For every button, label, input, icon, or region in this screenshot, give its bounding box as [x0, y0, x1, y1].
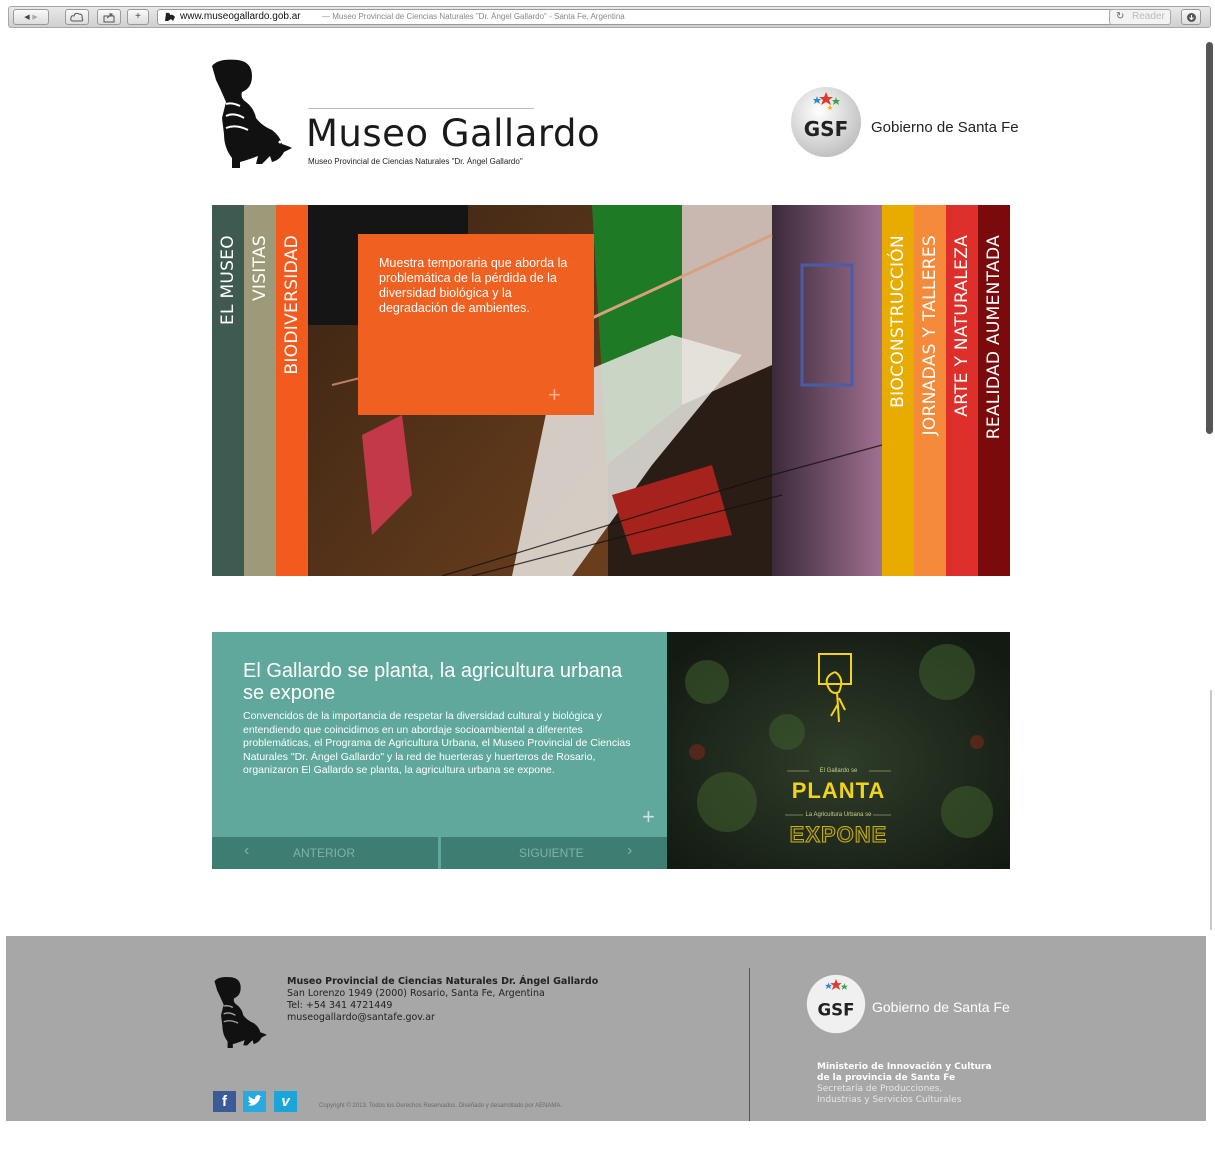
back-forward-buttons[interactable]: ◀ ▶ — [13, 9, 49, 25]
reader-button[interactable]: ↻ Reader — [1109, 9, 1171, 25]
site-footer: Museo Provincial de Ciencias Naturales D… — [6, 936, 1206, 1125]
tab-bioconstruccion[interactable]: BIOCONSTRUCCIÓN — [882, 205, 914, 576]
add-tab-button[interactable]: + — [127, 9, 149, 25]
download-icon — [1186, 13, 1196, 22]
url-domain: www.museogallardo.gob.ar — [180, 11, 301, 22]
twitter-bird-icon — [248, 1095, 262, 1106]
logo-divider — [308, 108, 534, 109]
highlight-text: Muestra temporaria que aborda la problem… — [379, 256, 568, 315]
gsf-logo-icon[interactable]: GSF — [790, 86, 862, 158]
next-button[interactable]: SIGUIENTE › — [441, 837, 667, 869]
previous-button[interactable]: ‹ ANTERIOR — [212, 837, 438, 869]
chevron-left-icon: ‹ — [244, 842, 250, 859]
footer-divider — [749, 968, 750, 1125]
gsf-footer-badge-text: GSF — [817, 1001, 854, 1020]
site-subtitle: Museo Provincial de Ciencias Naturales "… — [308, 157, 523, 166]
tab-label: VISITAS — [250, 235, 270, 302]
ministry-line-2: de la provincia de Santa Fe — [817, 1073, 956, 1083]
news-poster-image[interactable]: El Gallardo se PLANTA La Agricultura Urb… — [667, 632, 1010, 869]
share-button[interactable] — [97, 9, 121, 25]
secretary-line-1: Secretaría de Producciones, — [817, 1084, 943, 1094]
reader-label: Reader — [1132, 11, 1165, 22]
news-text-panel: El Gallardo se planta, la agricultura ur… — [212, 632, 667, 869]
icloud-button[interactable] — [65, 9, 89, 25]
twitter-icon[interactable] — [243, 1091, 266, 1112]
museo-gallardo-footer-logo-icon[interactable] — [212, 976, 270, 1048]
footer-email[interactable]: museogallardo@santafe.gov.ar — [287, 1012, 598, 1024]
tab-jornadas-y-talleres[interactable]: JORNADAS Y TALLERES — [914, 205, 946, 576]
tab-label: ARTE Y NATURALEZA — [952, 235, 972, 417]
tab-label: BIODIVERSIDAD — [282, 235, 302, 375]
footer-museum-name: Museo Provincial de Ciencias Naturales D… — [287, 976, 599, 987]
tab-el-museo[interactable]: EL MUSEO — [212, 205, 244, 576]
tab-label: BIOCONSTRUCCIÓN — [888, 235, 908, 408]
page-title-in-url: — Museo Provincial de Ciencias Naturales… — [322, 12, 625, 21]
page-bottom-margin — [6, 1121, 1206, 1150]
news-description: Convencidos de la importancia de respeta… — [243, 710, 631, 776]
vimeo-icon[interactable]: v — [274, 1091, 297, 1112]
tab-arte-y-naturaleza[interactable]: ARTE Y NATURALEZA — [946, 205, 978, 576]
footer-address: San Lorenzo 1949 (2000) Rosario, Santa F… — [287, 988, 545, 999]
copyright: Copyright © 2013. Todos los Derechos Res… — [319, 1103, 563, 1109]
news-slider: El Gallardo se planta, la agricultura ur… — [212, 632, 1010, 869]
hero-banner: EL MUSEO VISITAS BIODIVERSIDAD BIOCONSTR… — [212, 205, 1010, 576]
gsf-name[interactable]: Gobierno de Santa Fe — [871, 119, 1019, 136]
tab-label: JORNADAS Y TALLERES — [920, 235, 940, 436]
browser-chrome: ◀ ▶ + www.museogallardo.gob.ar — Museo P… — [0, 0, 1215, 40]
back-icon[interactable]: ◀ — [24, 14, 29, 21]
chevron-right-icon: › — [627, 842, 633, 859]
plus-icon[interactable]: + — [548, 382, 561, 408]
gsf-footer-name: Gobierno de Santa Fe — [872, 999, 1010, 1015]
news-title[interactable]: El Gallardo se planta, la agricultura ur… — [243, 660, 643, 704]
poster-caption-top: El Gallardo se — [819, 768, 858, 774]
ministry-block: Ministerio de Innovación y Cultura de la… — [817, 1062, 992, 1106]
scrollbar-thumb[interactable] — [1206, 42, 1213, 434]
footer-phone: Tel: +54 341 4721449 — [287, 1000, 393, 1011]
plus-icon[interactable]: + — [642, 804, 655, 830]
highlight-card[interactable]: Muestra temporaria que aborda la problem… — [358, 234, 594, 415]
tab-visitas[interactable]: VISITAS — [244, 205, 276, 576]
scrollbar-track[interactable] — [1210, 690, 1212, 930]
reload-icon[interactable]: ↻ — [1116, 10, 1124, 24]
previous-label: ANTERIOR — [293, 846, 356, 860]
cloud-icon — [70, 12, 84, 22]
share-icon — [103, 13, 115, 23]
facebook-icon[interactable]: f — [213, 1091, 236, 1112]
poster-title-expone: EXPONE — [789, 822, 888, 848]
tab-biodiversidad[interactable]: BIODIVERSIDAD — [276, 205, 308, 576]
tab-realidad-aumentada[interactable]: REALIDAD AUMENTADA — [978, 205, 1010, 576]
downloads-button[interactable] — [1181, 9, 1201, 25]
site-favicon-icon — [165, 12, 175, 21]
site-title[interactable]: Museo Gallardo — [306, 112, 600, 155]
browser-toolbar: ◀ ▶ + www.museogallardo.gob.ar — Museo P… — [8, 6, 1211, 28]
poster-caption-mid: La Agricultura Urbana se — [805, 812, 872, 818]
next-label: SIGUIENTE — [519, 846, 584, 860]
ministry-line-1: Ministerio de Innovación y Cultura — [817, 1062, 992, 1072]
gsf-footer-logo-icon[interactable]: GSF — [806, 974, 866, 1034]
tab-label: EL MUSEO — [218, 235, 238, 326]
footer-address-block: Museo Provincial de Ciencias Naturales D… — [287, 976, 598, 1024]
tab-label: REALIDAD AUMENTADA — [984, 235, 1004, 440]
secretary-line-2: Industrias y Servicios Culturales — [817, 1095, 962, 1105]
address-bar[interactable]: www.museogallardo.gob.ar — Museo Provinc… — [157, 9, 1115, 25]
poster-title-planta: PLANTA — [791, 778, 886, 803]
forward-icon[interactable]: ▶ — [32, 14, 37, 21]
gsf-badge-text: GSF — [804, 117, 848, 141]
museo-gallardo-logo-icon[interactable] — [210, 58, 295, 168]
